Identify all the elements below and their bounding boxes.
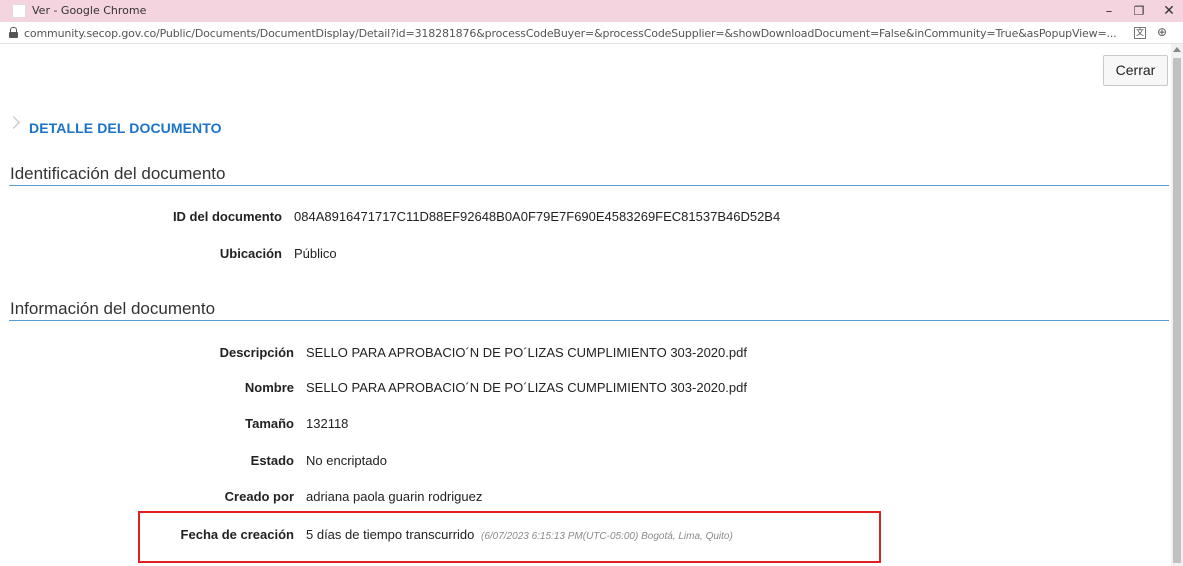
window-title: Ver - Google Chrome — [32, 4, 147, 17]
highlight-annotation-box — [138, 511, 881, 563]
information-divider — [9, 320, 1169, 321]
lock-icon[interactable] — [9, 27, 18, 38]
field-row-tamano: Tamaño 132118 — [0, 416, 1160, 434]
address-bar[interactable]: community.secop.gov.co/Public/Documents/… — [0, 22, 1183, 44]
window-titlebar: Ver - Google Chrome – ❐ ✕ — [0, 0, 1183, 22]
field-label: Ubicación — [219, 246, 282, 261]
identification-divider — [9, 185, 1169, 186]
field-value: SELLO PARA APROBACIO´N DE PO´LIZAS CUMPL… — [306, 380, 747, 395]
scroll-up-arrow-icon[interactable] — [1173, 47, 1181, 52]
field-row-id: ID del documento 084A8916471717C11D88EF9… — [0, 209, 1160, 227]
field-row-ubicacion: Ubicación Público — [0, 246, 1160, 264]
field-value: No encriptado — [306, 453, 387, 468]
field-label: Creado por — [224, 489, 294, 504]
page-favicon-icon — [12, 4, 26, 18]
field-value: SELLO PARA APROBACIO´N DE PO´LIZAS CUMPL… — [306, 345, 747, 360]
close-window-icon[interactable]: ✕ — [1151, 0, 1183, 22]
field-row-creado-por: Creado por adriana paola guarin rodrigue… — [0, 489, 1160, 507]
field-value: 084A8916471717C11D88EF92648B0A0F79E7F690… — [294, 209, 781, 224]
field-label: Estado — [250, 453, 294, 468]
field-label: Nombre — [244, 380, 294, 395]
scrollbar-thumb[interactable] — [1173, 58, 1181, 563]
translate-icon[interactable]: 文 — [1134, 27, 1146, 39]
vertical-scrollbar[interactable] — [1171, 44, 1183, 566]
field-value: adriana paola guarin rodriguez — [306, 489, 483, 504]
cerrar-button[interactable]: Cerrar — [1103, 55, 1168, 86]
field-label: Tamaño — [245, 416, 294, 431]
zoom-icon[interactable]: ⊕ — [1157, 25, 1167, 39]
field-value: 132118 — [306, 416, 349, 431]
field-label: ID del documento — [172, 209, 282, 224]
information-title: Información del documento — [10, 299, 216, 318]
field-value: Público — [294, 246, 337, 261]
url-text[interactable]: community.secop.gov.co/Public/Documents/… — [24, 27, 1134, 40]
field-label: Descripción — [219, 345, 294, 360]
identification-title: Identificación del documento — [10, 164, 226, 183]
section-heading[interactable]: DETALLE DEL DOCUMENTO — [29, 120, 222, 136]
field-row-estado: Estado No encriptado — [0, 453, 1160, 471]
field-row-descripcion: Descripción SELLO PARA APROBACIO´N DE PO… — [0, 345, 1160, 363]
field-row-nombre: Nombre SELLO PARA APROBACIO´N DE PO´LIZA… — [0, 380, 1160, 398]
chevron-right-icon[interactable] — [7, 116, 20, 129]
